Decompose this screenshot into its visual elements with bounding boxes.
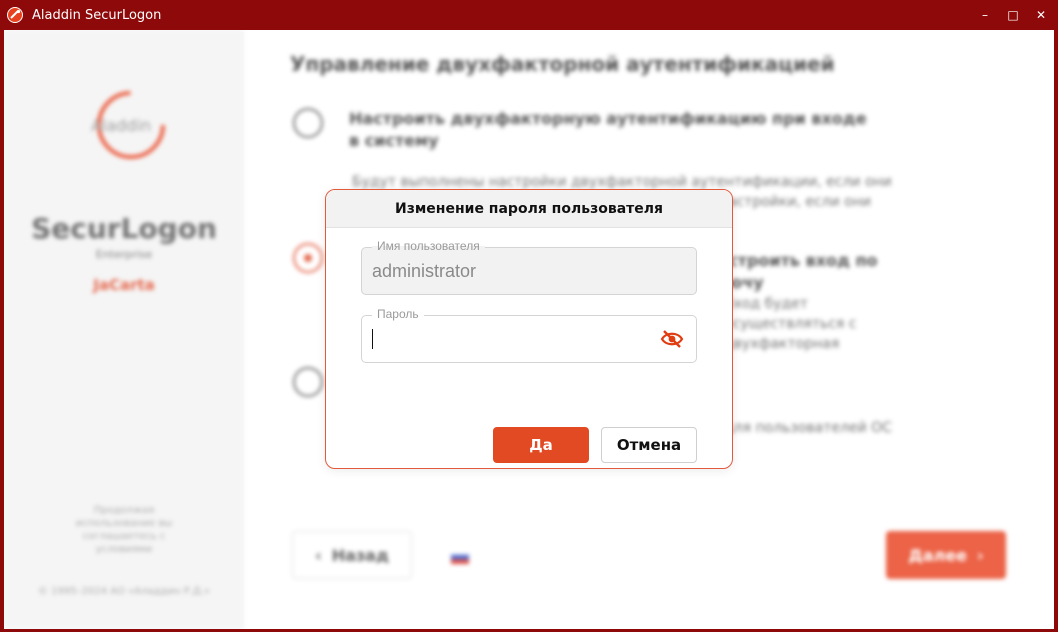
password-field[interactable]: Пароль (361, 307, 697, 363)
username-label: Имя пользователя (372, 239, 485, 253)
title-bar[interactable]: Aladdin SecurLogon – □ ✕ (0, 0, 1058, 30)
window-title: Aladdin SecurLogon (32, 7, 162, 23)
window-content: Aladdin SecurLogon Enterprise JaCarta Пр… (4, 30, 1054, 629)
eye-slash-icon[interactable] (660, 329, 684, 349)
maximize-button[interactable]: □ (1006, 6, 1020, 24)
password-label: Пароль (372, 307, 424, 321)
dialog-title: Изменение пароля пользователя (326, 190, 732, 228)
cancel-button[interactable]: Отмена (601, 427, 697, 463)
close-button[interactable]: ✕ (1034, 6, 1048, 24)
app-logo-icon (6, 6, 24, 24)
app-window: Aladdin SecurLogon – □ ✕ Aladdin SecurLo… (0, 0, 1058, 632)
text-cursor (372, 329, 373, 349)
ok-button[interactable]: Да (493, 427, 589, 463)
change-password-dialog: Изменение пароля пользователя Имя пользо… (325, 189, 733, 469)
username-value: administrator (372, 261, 477, 281)
minimize-button[interactable]: – (978, 6, 992, 24)
username-field: Имя пользователя administrator (361, 239, 697, 295)
